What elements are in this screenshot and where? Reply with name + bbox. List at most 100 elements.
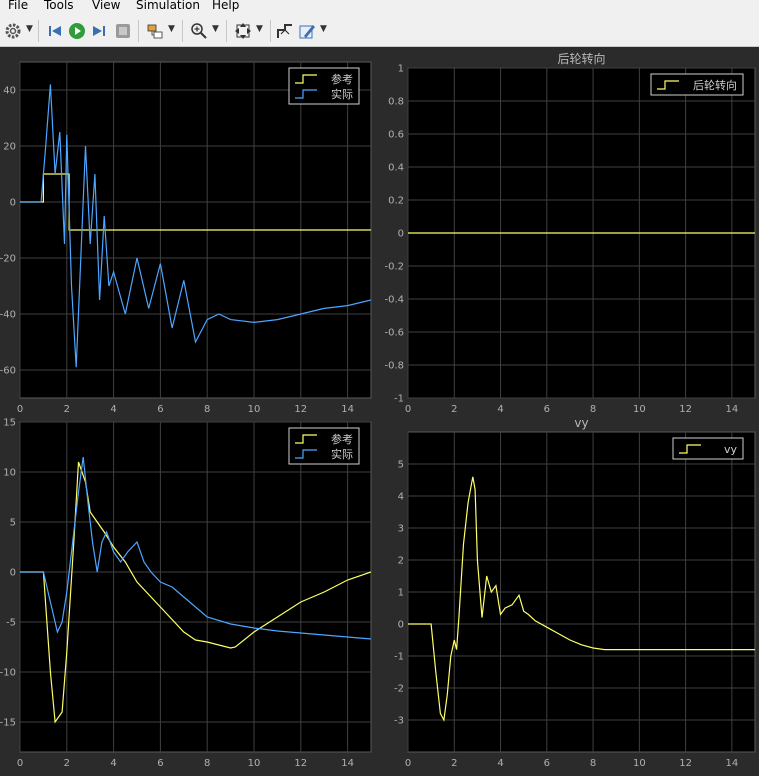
- y-tick-label: 5: [398, 460, 404, 471]
- x-tick-label: 2: [64, 758, 70, 769]
- run-icon[interactable]: [68, 22, 86, 40]
- y-tick-label: -0.2: [384, 262, 404, 273]
- y-tick-label: 1: [398, 588, 404, 599]
- y-tick-label: 10: [3, 468, 16, 479]
- x-tick-label: 10: [248, 404, 261, 415]
- legend: vy: [672, 437, 744, 460]
- menu-file[interactable]: File: [8, 0, 28, 12]
- step-back-icon[interactable]: [46, 22, 64, 40]
- legend: 参考实际: [288, 67, 360, 105]
- toolbar: ▼ ▼ ▼ ▼ ▼: [0, 14, 759, 47]
- x-tick-label: 14: [725, 404, 738, 415]
- y-tick-label: 4: [398, 492, 404, 503]
- y-tick-label: -10: [0, 668, 16, 679]
- y-tick-label: 2: [398, 556, 404, 567]
- y-tick-label: -15: [0, 718, 16, 729]
- legend-label: 实际: [331, 87, 353, 101]
- y-tick-label: -2: [394, 684, 404, 695]
- legend-label: 参考: [331, 72, 353, 86]
- menu-tools[interactable]: Tools: [44, 0, 74, 12]
- y-tick-label: 0.8: [388, 97, 404, 108]
- x-tick-label: 4: [497, 404, 503, 415]
- x-tick-label: 4: [110, 404, 116, 415]
- axes-title: vy: [574, 416, 588, 430]
- toolbar-separator: [138, 20, 139, 42]
- x-tick-label: 8: [590, 404, 596, 415]
- axes-title: 后轮转向: [557, 51, 605, 66]
- zoom-icon[interactable]: [190, 22, 208, 40]
- fit-to-view-icon[interactable]: [234, 22, 252, 40]
- y-tick-label: -40: [0, 310, 16, 321]
- stop-icon[interactable]: [114, 22, 132, 40]
- y-tick-label: -60: [0, 366, 16, 377]
- y-tick-label: -20: [0, 254, 16, 265]
- scope-plots: 0 2 4 6 8 10 12 1440200-20-40-60参考实际0 2 4 6 8 10 12 14…: [0, 47, 759, 776]
- x-tick-label: 0: [405, 404, 411, 415]
- chevron-down-icon[interactable]: ▼: [212, 24, 219, 34]
- legend-label: 后轮转向: [693, 78, 737, 92]
- x-tick-label: 8: [204, 404, 210, 415]
- menu-view[interactable]: View: [92, 0, 120, 12]
- x-tick-label: 6: [157, 758, 163, 769]
- x-tick-label: 6: [157, 404, 163, 415]
- x-tick-label: 14: [341, 758, 354, 769]
- legend-label: 实际: [331, 447, 353, 461]
- x-tick-label: 0: [17, 404, 23, 415]
- cursor-measure-icon[interactable]: [276, 22, 294, 40]
- y-tick-label: -0.6: [384, 328, 404, 339]
- menu-bar: File Tools View Simulation Help: [0, 0, 759, 14]
- y-tick-label: 0.2: [388, 196, 404, 207]
- y-tick-label: 20: [3, 142, 16, 153]
- x-tick-label: 12: [679, 404, 692, 415]
- chevron-down-icon[interactable]: ▼: [26, 24, 33, 34]
- toolbar-separator: [226, 20, 227, 42]
- legend: 参考实际: [288, 427, 360, 465]
- menu-help[interactable]: Help: [212, 0, 239, 12]
- y-tick-label: 40: [3, 86, 16, 97]
- x-tick-label: 4: [497, 758, 503, 769]
- x-tick-label: 12: [294, 404, 307, 415]
- y-tick-label: 0: [10, 198, 16, 209]
- gear-icon[interactable]: [4, 22, 22, 40]
- y-tick-label: 15: [3, 418, 16, 429]
- legend: 后轮转向: [650, 73, 744, 96]
- y-tick-label: 0.6: [388, 130, 404, 141]
- highlight-block-icon[interactable]: [146, 22, 164, 40]
- x-tick-label: 14: [725, 758, 738, 769]
- edit-style-icon[interactable]: [298, 22, 316, 40]
- y-tick-label: 1: [398, 64, 404, 75]
- y-tick-label: -3: [394, 716, 404, 727]
- y-tick-label: -0.4: [384, 295, 404, 306]
- y-tick-label: 0: [10, 568, 16, 579]
- chevron-down-icon[interactable]: ▼: [168, 24, 175, 34]
- legend-label: 参考: [331, 432, 353, 446]
- y-tick-label: 0.4: [388, 163, 404, 174]
- chevron-down-icon[interactable]: ▼: [320, 24, 327, 34]
- x-tick-label: 6: [544, 758, 550, 769]
- x-tick-label: 2: [451, 404, 457, 415]
- scope-axes-3: 0 2 4 6 8 10 12 14 15 10 5 0 -5 -10 -15 参考实际: [0, 418, 372, 769]
- scope-axes-4: 0 2 4 6 8 10 12 14543210-1-2-3vyvy: [394, 416, 756, 769]
- x-tick-label: 0: [405, 758, 411, 769]
- menu-simulation[interactable]: Simulation: [136, 0, 200, 12]
- x-tick-label: 8: [204, 758, 210, 769]
- x-tick-label: 10: [633, 404, 646, 415]
- toolbar-separator: [182, 20, 183, 42]
- y-tick-label: -0.8: [384, 361, 404, 372]
- y-tick-label: 0: [398, 620, 404, 631]
- y-tick-label: 0: [398, 229, 404, 240]
- chevron-down-icon[interactable]: ▼: [256, 24, 263, 34]
- x-tick-label: 8: [590, 758, 596, 769]
- x-tick-label: 12: [294, 758, 307, 769]
- x-tick-label: 2: [64, 404, 70, 415]
- x-tick-label: 12: [679, 758, 692, 769]
- x-tick-label: 0: [17, 758, 23, 769]
- y-tick-label: 5: [10, 518, 16, 529]
- x-tick-label: 14: [341, 404, 354, 415]
- x-tick-label: 2: [451, 758, 457, 769]
- toolbar-separator: [38, 20, 39, 42]
- step-forward-icon[interactable]: [90, 22, 108, 40]
- x-tick-label: 10: [248, 758, 261, 769]
- x-tick-label: 6: [544, 404, 550, 415]
- x-tick-label: 4: [110, 758, 116, 769]
